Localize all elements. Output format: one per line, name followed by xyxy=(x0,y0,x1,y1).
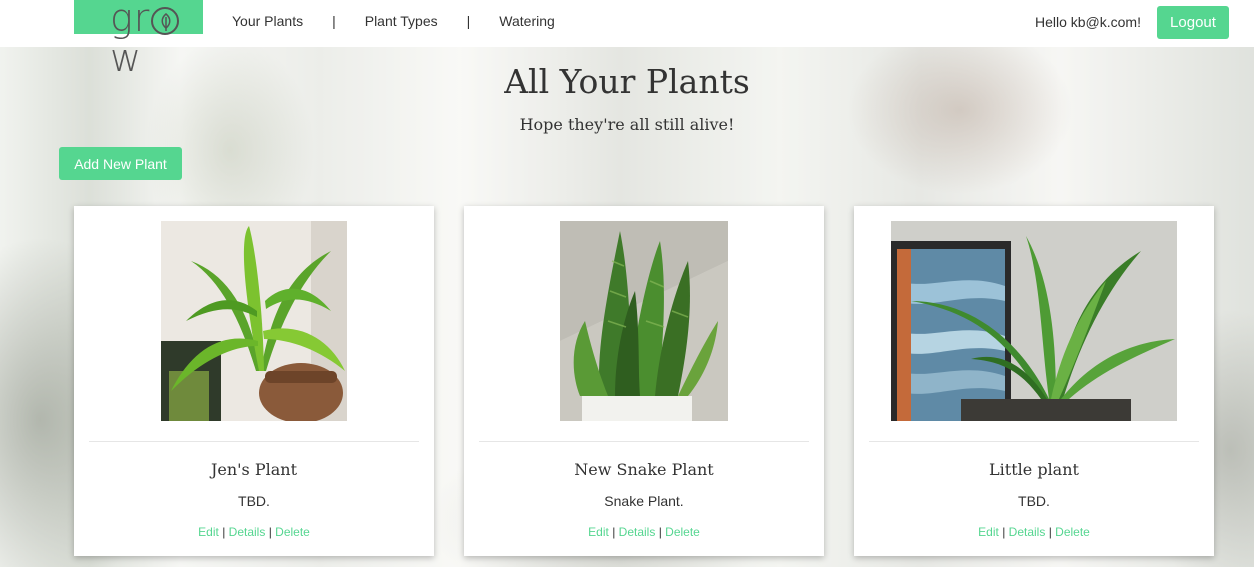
nav-links: Your Plants | Plant Types | Watering xyxy=(232,13,555,29)
action-separator: | xyxy=(222,525,226,539)
plant-card: Jen's Plant TBD. Edit | Details | Delete xyxy=(74,206,434,556)
plant-card: New Snake Plant Snake Plant. Edit | Deta… xyxy=(464,206,824,556)
delete-link[interactable]: Delete xyxy=(1055,525,1090,539)
card-divider xyxy=(869,441,1199,442)
page-subtitle: Hope they're all still alive! xyxy=(519,115,735,134)
plant-image xyxy=(891,221,1177,421)
plant-name: Little plant xyxy=(989,460,1079,479)
plant-name: New Snake Plant xyxy=(574,460,714,479)
details-link[interactable]: Details xyxy=(619,525,656,539)
plant-type: Snake Plant. xyxy=(604,493,684,509)
action-separator: | xyxy=(1002,525,1006,539)
nav-plant-types[interactable]: Plant Types xyxy=(365,13,438,29)
plant-actions: Edit | Details | Delete xyxy=(854,525,1214,539)
nav-watering[interactable]: Watering xyxy=(499,13,555,29)
edit-link[interactable]: Edit xyxy=(588,525,609,539)
plant-image xyxy=(161,221,347,421)
user-greeting: Hello kb@k.com! xyxy=(1034,14,1141,30)
plant-actions: Edit | Details | Delete xyxy=(74,525,434,539)
plant-name: Jen's Plant xyxy=(210,460,298,479)
plant-type: TBD. xyxy=(1018,493,1050,509)
plant-image xyxy=(560,221,728,421)
action-separator: | xyxy=(268,525,272,539)
plant-actions: Edit | Details | Delete xyxy=(464,525,824,539)
card-divider xyxy=(89,441,419,442)
details-link[interactable]: Details xyxy=(229,525,266,539)
navbar: gr w Your Plants | Plant Types | Watering… xyxy=(0,0,1254,78)
action-separator: | xyxy=(612,525,616,539)
nav-separator: | xyxy=(466,13,471,29)
edit-link[interactable]: Edit xyxy=(198,525,219,539)
add-new-plant-button[interactable]: Add New Plant xyxy=(59,147,182,180)
action-separator: | xyxy=(658,525,662,539)
delete-link[interactable]: Delete xyxy=(665,525,700,539)
nav-your-plants[interactable]: Your Plants xyxy=(232,13,303,29)
page: gr w Your Plants | Plant Types | Watering… xyxy=(0,0,1254,567)
logo[interactable]: gr w xyxy=(74,0,203,78)
leaf-icon xyxy=(151,6,180,35)
nav-separator: | xyxy=(332,13,336,29)
edit-link[interactable]: Edit xyxy=(978,525,999,539)
action-separator: | xyxy=(1048,525,1052,539)
logout-button[interactable]: Logout xyxy=(1157,6,1229,39)
delete-link[interactable]: Delete xyxy=(275,525,310,539)
plant-card: Little plant TBD. Edit | Details | Delet… xyxy=(854,206,1214,556)
details-link[interactable]: Details xyxy=(1009,525,1046,539)
card-divider xyxy=(479,441,809,442)
plant-type: TBD. xyxy=(238,493,270,509)
page-title: All Your Plants xyxy=(504,62,750,101)
